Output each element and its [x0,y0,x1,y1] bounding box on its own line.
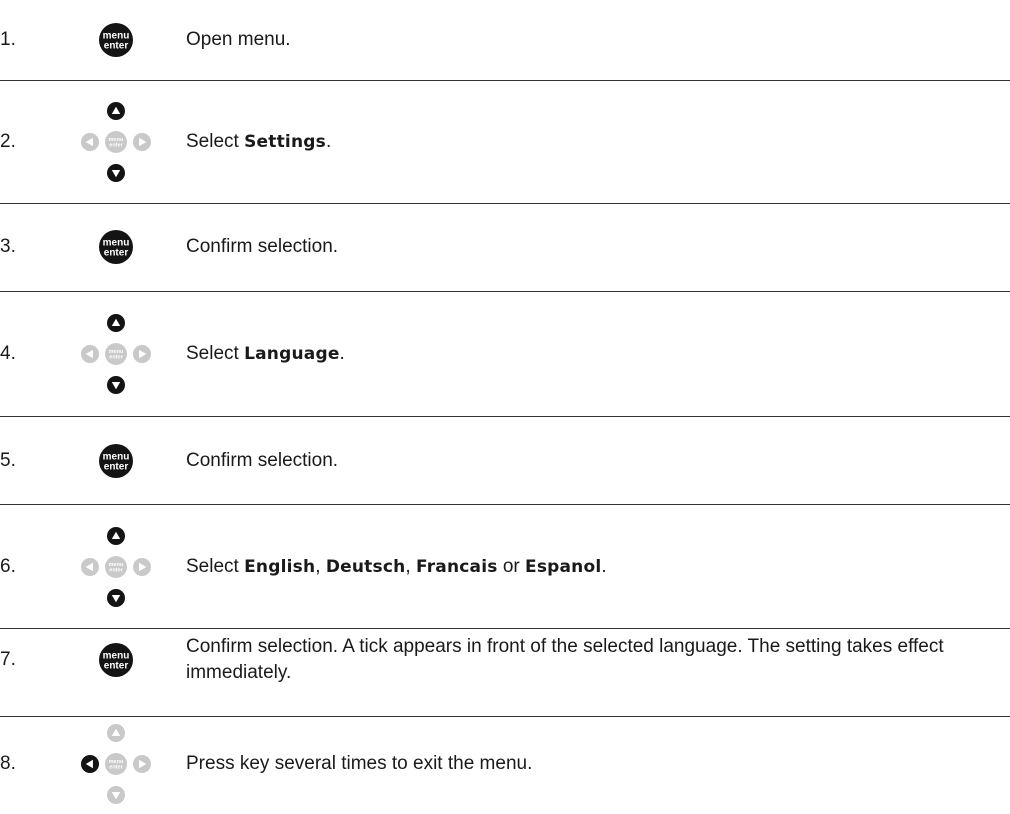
step-text: Open menu. [186,27,1010,53]
menu-term: English [244,557,316,577]
text-run: Confirm selection. [186,236,339,257]
step-text: Confirm selection. [186,448,1010,474]
enter-label: enter [104,661,129,672]
step-number: 7. [0,649,16,670]
step-divider [0,628,1010,629]
text-run: Select [186,556,245,577]
enter-label: enter [109,568,123,574]
navigation-pad-left-icon: menu enter [74,722,158,806]
up-arrow-icon [107,314,125,332]
down-arrow-icon [107,589,125,607]
step-text: Select English, Deutsch, Francais or Esp… [186,554,1010,580]
menu-enter-key-icon: menu enter [96,20,136,60]
down-arrow-icon [107,376,125,394]
text-run: Open menu. [186,29,291,50]
navigation-pad-up-down-icon: menu enter [74,312,158,396]
step-number: 6. [0,556,16,577]
right-arrow-icon [133,558,151,576]
step-divider [0,716,1010,717]
step-divider [0,504,1010,505]
menu-term: Settings [244,132,326,152]
enter-label: enter [109,355,123,361]
text-run: . [601,556,607,577]
navigation-pad-up-down-icon: menu enter [74,100,158,184]
text-run: Press key several times to exit the menu… [186,753,533,774]
step-divider [0,291,1010,292]
step-text: Select Language. [186,341,1010,367]
step-text: Press key several times to exit the menu… [186,751,1010,777]
menu-term: Deutsch [325,557,406,577]
step-number: 3. [0,236,16,257]
text-run: or [497,556,525,577]
step-text: Confirm selection. [186,234,1010,260]
right-arrow-icon [133,345,151,363]
up-arrow-icon [107,102,125,120]
step-number: 5. [0,450,16,471]
enter-label: enter [109,143,123,149]
step-divider [0,80,1010,81]
up-arrow-icon [107,724,125,742]
left-arrow-icon [81,345,99,363]
right-arrow-icon [133,755,151,773]
step-text: Confirm selection. A tick appears in fro… [186,634,1010,686]
text-run: Select [186,343,245,364]
text-run: , [315,556,326,577]
right-arrow-icon [133,133,151,151]
menu-term: Espanol [525,557,602,577]
up-arrow-icon [107,527,125,545]
menu-term: Language [244,344,340,364]
step-number: 2. [0,131,16,152]
left-arrow-icon [81,755,99,773]
text-run: Confirm selection. A tick appears in fro… [186,636,944,683]
text-run: , [405,556,416,577]
navigation-pad-up-down-icon: menu enter [74,525,158,609]
left-arrow-icon [81,558,99,576]
step-divider [0,416,1010,417]
step-number: 1. [0,29,16,50]
down-arrow-icon [107,164,125,182]
menu-enter-key-icon: menu enter [96,640,136,680]
menu-enter-key-icon: menu enter [96,227,136,267]
step-divider [0,203,1010,204]
down-arrow-icon [107,786,125,804]
text-run: . [339,343,345,364]
text-run: . [325,131,332,152]
enter-label: enter [104,41,129,52]
left-arrow-icon [81,133,99,151]
enter-label: enter [104,248,129,259]
step-text: Select Settings. [186,129,1010,155]
enter-label: enter [109,765,123,771]
step-number: 8. [0,753,16,774]
enter-label: enter [104,462,129,473]
step-number: 4. [0,343,16,364]
menu-enter-key-icon: menu enter [96,441,136,481]
text-run: Confirm selection. [186,450,339,471]
menu-term: Francais [415,557,498,577]
text-run: Select [186,131,245,152]
